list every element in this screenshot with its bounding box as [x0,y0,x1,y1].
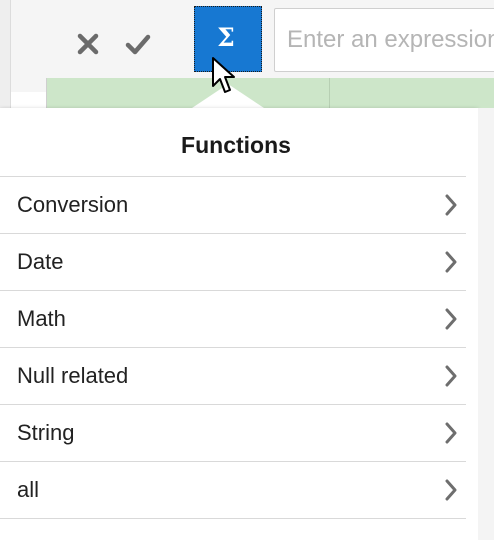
mouse-cursor-icon [212,57,235,93]
checkmark-icon [125,34,151,55]
sigma-icon: Σ [217,22,235,52]
function-category-label: Conversion [17,192,129,217]
chevron-right-icon [442,250,460,274]
function-category-math[interactable]: Math [0,290,466,347]
confirm-button[interactable] [112,22,164,66]
chevron-right-icon [442,193,460,217]
function-category-conversion[interactable]: Conversion [0,176,466,233]
function-category-label: Null related [17,363,129,388]
function-category-label: all [17,477,40,502]
chevron-right-icon [442,364,460,388]
function-category-label: Date [17,249,64,274]
close-x-icon [77,33,99,55]
function-category-null-related[interactable]: Null related [0,347,466,404]
functions-popup: Functions Conversion Date Math Null rela… [0,108,478,540]
cancel-button[interactable] [62,22,114,66]
expression-input[interactable] [274,8,494,72]
function-category-label: Math [17,306,66,331]
chevron-right-icon [442,421,460,445]
function-category-label: String [17,420,75,445]
function-category-list: Conversion Date Math Null related String [0,176,466,519]
function-category-string[interactable]: String [0,404,466,461]
function-category-all[interactable]: all [0,461,466,519]
chevron-right-icon [442,307,460,331]
right-panel-edge [478,108,494,540]
grid-header-row [46,78,494,108]
popup-title: Functions [181,132,291,158]
column-divider [329,78,330,108]
chevron-right-icon [442,478,460,502]
function-category-date[interactable]: Date [0,233,466,290]
